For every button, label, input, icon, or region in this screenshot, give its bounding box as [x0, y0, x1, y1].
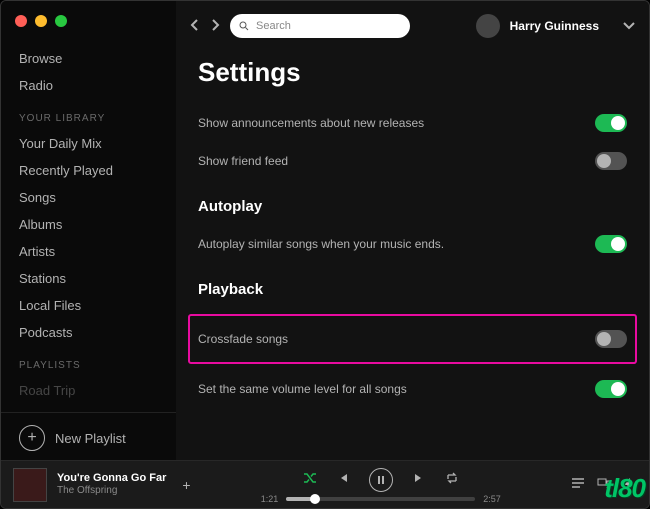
highlight-box: Crossfade songs: [188, 314, 637, 364]
nav-forward-button[interactable]: [210, 18, 220, 34]
time-total: 2:57: [483, 494, 501, 504]
main-panel: Search Harry Guinness Settings Show anno…: [176, 1, 649, 462]
sidebar-item-playlist[interactable]: Road Trip: [1, 377, 176, 404]
new-playlist-button[interactable]: + New Playlist: [1, 419, 176, 457]
nav-back-button[interactable]: [190, 18, 200, 34]
pause-icon: [376, 475, 386, 485]
setting-crossfade: Crossfade songs: [198, 320, 627, 358]
toggle-announcements[interactable]: [595, 114, 627, 132]
close-window-icon[interactable]: [15, 15, 27, 27]
window-controls: [1, 15, 176, 35]
sidebar-item-radio[interactable]: Radio: [1, 72, 176, 99]
toggle-crossfade[interactable]: [595, 330, 627, 348]
sidebar-header-playlists: PLAYLISTS: [1, 346, 176, 377]
sidebar-item-local-files[interactable]: Local Files: [1, 292, 176, 319]
chevron-right-icon: [210, 19, 220, 31]
setting-label: Autoplay similar songs when your music e…: [198, 237, 595, 251]
sidebar-header-library: YOUR LIBRARY: [1, 99, 176, 130]
sidebar-item-albums[interactable]: Albums: [1, 211, 176, 238]
search-icon: [238, 20, 250, 32]
previous-button[interactable]: [337, 472, 349, 487]
watermark: tl80: [604, 473, 645, 504]
setting-announcements: Show announcements about new releases: [198, 104, 627, 142]
play-pause-button[interactable]: [369, 468, 393, 492]
search-placeholder: Search: [256, 20, 291, 32]
sidebar-item-browse[interactable]: Browse: [1, 45, 176, 72]
top-bar: Search Harry Guinness: [176, 1, 649, 51]
setting-normalize-volume: Set the same volume level for all songs: [198, 370, 627, 408]
shuffle-button[interactable]: [303, 472, 317, 487]
track-title[interactable]: You're Gonna Go Far: [57, 472, 166, 485]
shuffle-icon: [303, 472, 317, 484]
queue-button[interactable]: [571, 477, 585, 492]
track-artist[interactable]: The Offspring: [57, 485, 166, 497]
sidebar-item-stations[interactable]: Stations: [1, 265, 176, 292]
chevron-left-icon: [190, 19, 200, 31]
user-menu-button[interactable]: [623, 19, 635, 33]
repeat-button[interactable]: [445, 472, 459, 487]
sidebar: Browse Radio YOUR LIBRARY Your Daily Mix…: [1, 1, 176, 462]
time-elapsed: 1:21: [261, 494, 279, 504]
settings-content: Settings Show announcements about new re…: [176, 51, 649, 408]
progress-bar[interactable]: [286, 497, 475, 501]
add-to-library-button[interactable]: +: [182, 477, 190, 493]
skip-forward-icon: [413, 472, 425, 484]
setting-label: Set the same volume level for all songs: [198, 382, 595, 396]
setting-label: Show announcements about new releases: [198, 116, 595, 130]
new-playlist-label: New Playlist: [55, 431, 126, 446]
section-autoplay: Autoplay: [198, 198, 627, 215]
queue-icon: [571, 477, 585, 489]
track-info: You're Gonna Go Far The Offspring: [57, 472, 166, 497]
album-art[interactable]: [13, 468, 47, 502]
sidebar-item-daily-mix[interactable]: Your Daily Mix: [1, 130, 176, 157]
skip-back-icon: [337, 472, 349, 484]
maximize-window-icon[interactable]: [55, 15, 67, 27]
section-playback: Playback: [198, 281, 627, 298]
setting-friend-feed: Show friend feed: [198, 142, 627, 180]
setting-autoplay-similar: Autoplay similar songs when your music e…: [198, 225, 627, 263]
search-input[interactable]: Search: [230, 14, 410, 38]
plus-circle-icon: +: [19, 425, 45, 451]
chevron-down-icon: [623, 22, 635, 30]
next-button[interactable]: [413, 472, 425, 487]
toggle-friend-feed[interactable]: [595, 152, 627, 170]
sidebar-item-recently-played[interactable]: Recently Played: [1, 157, 176, 184]
toggle-normalize-volume[interactable]: [595, 380, 627, 398]
setting-label: Show friend feed: [198, 154, 595, 168]
sidebar-item-songs[interactable]: Songs: [1, 184, 176, 211]
sidebar-item-artists[interactable]: Artists: [1, 238, 176, 265]
username[interactable]: Harry Guinness: [510, 19, 599, 33]
avatar[interactable]: [476, 14, 500, 38]
sidebar-item-podcasts[interactable]: Podcasts: [1, 319, 176, 346]
minimize-window-icon[interactable]: [35, 15, 47, 27]
setting-label: Crossfade songs: [198, 332, 595, 346]
page-title: Settings: [198, 57, 627, 88]
repeat-icon: [445, 472, 459, 484]
player-controls: 1:21 2:57: [201, 466, 561, 504]
toggle-autoplay-similar[interactable]: [595, 235, 627, 253]
player-bar: You're Gonna Go Far The Offspring +: [1, 460, 649, 508]
